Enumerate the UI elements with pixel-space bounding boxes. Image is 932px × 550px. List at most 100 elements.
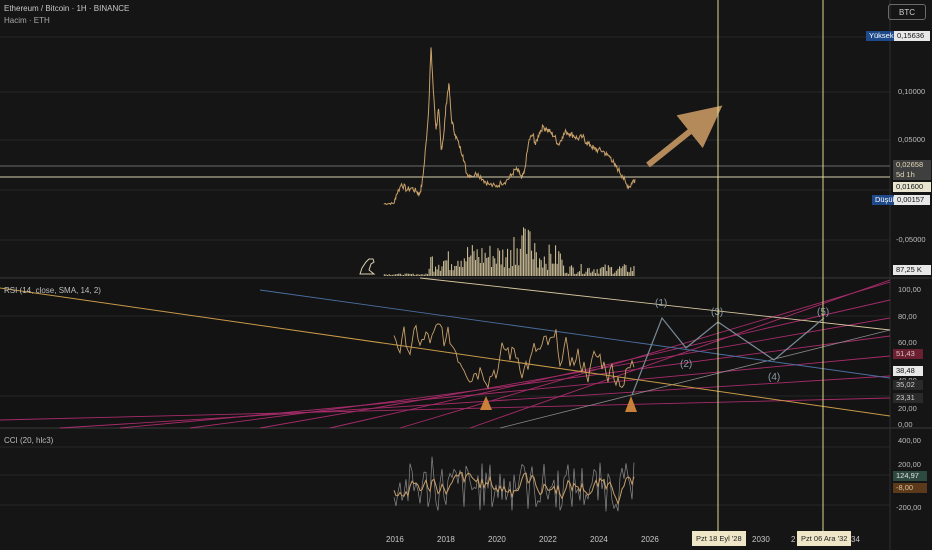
volume-bar: [516, 248, 518, 276]
rsi-indicator-label[interactable]: RSI (14, close, SMA, 14, 2): [4, 286, 101, 295]
current-price-tag: 0,02658: [893, 160, 931, 170]
volume-bar: [478, 257, 480, 276]
volume-bar: [385, 274, 387, 276]
volume-bar: [430, 257, 432, 276]
cci-value-tag: -8,00: [893, 483, 927, 493]
volume-bar: [436, 269, 438, 276]
volume-bar: [566, 272, 568, 276]
volume-bar: [542, 267, 544, 276]
volume-value-tag: 87,25 K: [893, 265, 931, 275]
volume-bar: [407, 273, 409, 276]
rsi-tick: 60,00: [898, 338, 917, 347]
volume-bar: [633, 266, 635, 276]
volume-bar: [535, 252, 537, 276]
volume-bar: [471, 245, 473, 276]
volume-bar: [550, 253, 552, 276]
volume-bar: [433, 271, 435, 276]
volume-bar: [539, 258, 541, 276]
volume-bar: [467, 247, 469, 276]
volume-bar: [582, 273, 584, 276]
volume-bar: [500, 264, 502, 276]
volume-bar: [473, 251, 475, 276]
cci-tick: -200,00: [896, 503, 922, 512]
volume-bar: [625, 265, 627, 276]
volume-bar: [393, 274, 395, 276]
volume-bar: [417, 274, 419, 276]
symbol-title[interactable]: Ethereum / Bitcoin · 1H · BINANCE: [4, 4, 129, 13]
volume-bar: [444, 260, 446, 276]
volume-bar: [486, 257, 488, 276]
volume-bar: [551, 263, 553, 276]
time-tick: 2020: [488, 535, 506, 544]
volume-bar: [623, 264, 625, 276]
volume-bar: [622, 266, 624, 276]
volume-bar: [423, 274, 425, 276]
volume-bar: [631, 271, 633, 276]
volume-bar: [455, 265, 457, 276]
volume-bar: [585, 271, 587, 276]
volume-bar: [513, 237, 515, 276]
cursor-date-tag: Pzt 06 Ara '32: [797, 531, 852, 546]
volume-bar: [396, 274, 398, 276]
volume-bar: [529, 231, 531, 276]
volume-bar: [409, 273, 411, 276]
volume-bar: [571, 265, 573, 276]
cci-tick: 400,00: [898, 436, 921, 445]
high-label-tag: Yüksek: [866, 31, 897, 41]
volume-bar: [414, 275, 416, 276]
volume-bar: [553, 263, 555, 276]
cursor-date-tag: Pzt 18 Eyl '28: [692, 531, 746, 546]
time-tick: 2: [791, 535, 796, 544]
rsi-value-tag: 51,43: [893, 349, 923, 359]
volume-bar: [451, 264, 453, 276]
volume-bar: [540, 260, 542, 276]
volume-bar: [476, 249, 478, 276]
volume-bar: [518, 265, 520, 276]
volume-bar: [527, 229, 529, 276]
volume-bar: [460, 260, 462, 276]
volume-bar: [547, 269, 549, 276]
volume-bar: [468, 257, 470, 276]
volume-bar: [515, 264, 517, 276]
volume-bar: [556, 263, 558, 276]
chart-canvas[interactable]: (1) (2) (3) (4) (5): [0, 0, 932, 550]
volume-label[interactable]: Hacim · ETH: [4, 16, 50, 25]
volume-bar: [577, 272, 579, 276]
cci-indicator-label[interactable]: CCI (20, hlc3): [4, 436, 53, 445]
volume-bar: [630, 267, 632, 276]
volume-bar: [531, 250, 533, 276]
volume-bar: [628, 272, 630, 276]
volume-bar: [415, 274, 417, 276]
currency-button[interactable]: BTC: [888, 4, 926, 20]
volume-bar: [454, 266, 456, 276]
volume-bar: [475, 260, 477, 276]
volume-bar: [439, 270, 441, 276]
wave-label-1: (1): [655, 298, 667, 309]
volume-bar: [435, 266, 437, 276]
volume-bar: [598, 273, 600, 276]
volume-bar: [627, 271, 629, 276]
volume-bar: [431, 256, 433, 276]
rsi-value-tag: 35,02: [893, 380, 923, 390]
volume-bar: [459, 266, 461, 276]
volume-bar: [619, 266, 621, 276]
volume-bar: [620, 268, 622, 276]
volume-bar: [411, 274, 413, 276]
volume-bar: [479, 263, 481, 276]
volume-bar: [404, 273, 406, 276]
volume-bar: [609, 267, 611, 276]
time-tick: 2016: [386, 535, 404, 544]
wave-label-3: (3): [711, 307, 723, 318]
cci-tick: 200,00: [898, 460, 921, 469]
time-tick: 2026: [641, 535, 659, 544]
volume-bar: [446, 260, 448, 276]
volume-bar: [427, 274, 429, 276]
time-tick: 34: [851, 535, 860, 544]
volume-bar: [564, 273, 566, 276]
high-value-tag: 0,15636: [894, 31, 930, 41]
volume-bar: [390, 274, 392, 276]
volume-bar: [449, 270, 451, 276]
volume-bar: [395, 274, 397, 276]
volume-bar: [483, 262, 485, 276]
volume-bar: [406, 273, 408, 276]
